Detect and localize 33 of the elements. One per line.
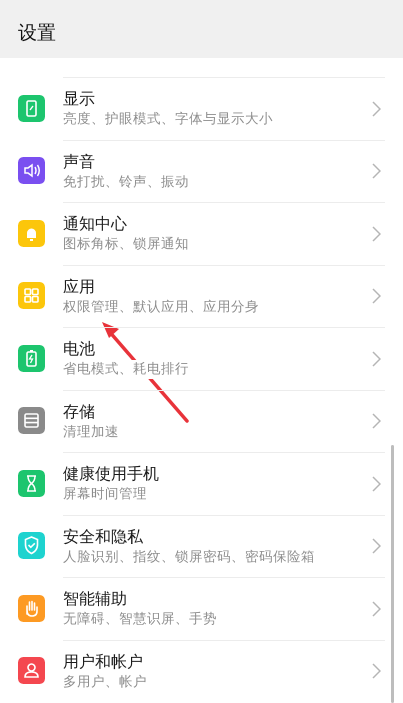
item-title: 存储 [63,400,95,422]
settings-item[interactable]: 通知中心 图标角标、锁屏通知 [0,202,403,264]
chevron-icon [372,663,381,680]
item-title: 电池 [63,338,95,360]
chevron-icon [372,476,381,492]
settings-item[interactable]: 声音 免打扰、铃声、振动 [0,140,403,202]
settings-item[interactable]: 应用 权限管理、默认应用、应用分身 [0,264,403,327]
chevron-icon [372,413,381,430]
item-title: 安全和隐私 [63,526,143,547]
item-title: 声音 [63,150,95,172]
chevron-icon [372,288,381,304]
item-title: 应用 [63,276,95,297]
settings-item[interactable]: 健康使用手机 屏幕时间管理 [0,452,403,514]
item-title: 通知中心 [63,213,127,234]
chevron-icon [372,163,381,180]
chevron-icon [372,100,381,117]
settings-item[interactable]: 显示 亮度、护眼模式、字体与显示大小 [0,77,403,140]
settings-item[interactable]: 智能辅助 无障碍、智慧识屏、手势 [0,577,403,640]
chevron-icon [372,600,381,617]
settings-item[interactable]: 电池 省电模式、耗电排行 [0,327,403,390]
item-title: 用户和帐户 [63,650,143,672]
scrollbar[interactable] [391,445,394,703]
settings-item[interactable]: 用户和帐户 多用户、帐户 [0,640,403,702]
chevron-icon [372,538,381,554]
settings-item[interactable]: 存储 清理加速 [0,390,403,452]
item-subtitle: 省电模式、耗电排行 [63,360,189,380]
item-title: 智能辅助 [63,588,127,610]
item-title: 健康使用手机 [63,463,159,484]
item-title: 显示 [63,88,95,110]
chevron-icon [372,350,381,367]
settings-item[interactable]: 安全和隐私 人脸识别、指纹、锁屏密码、密码保险箱 [0,514,403,577]
page-title: 设置 [18,21,56,45]
chevron-icon [372,226,381,242]
